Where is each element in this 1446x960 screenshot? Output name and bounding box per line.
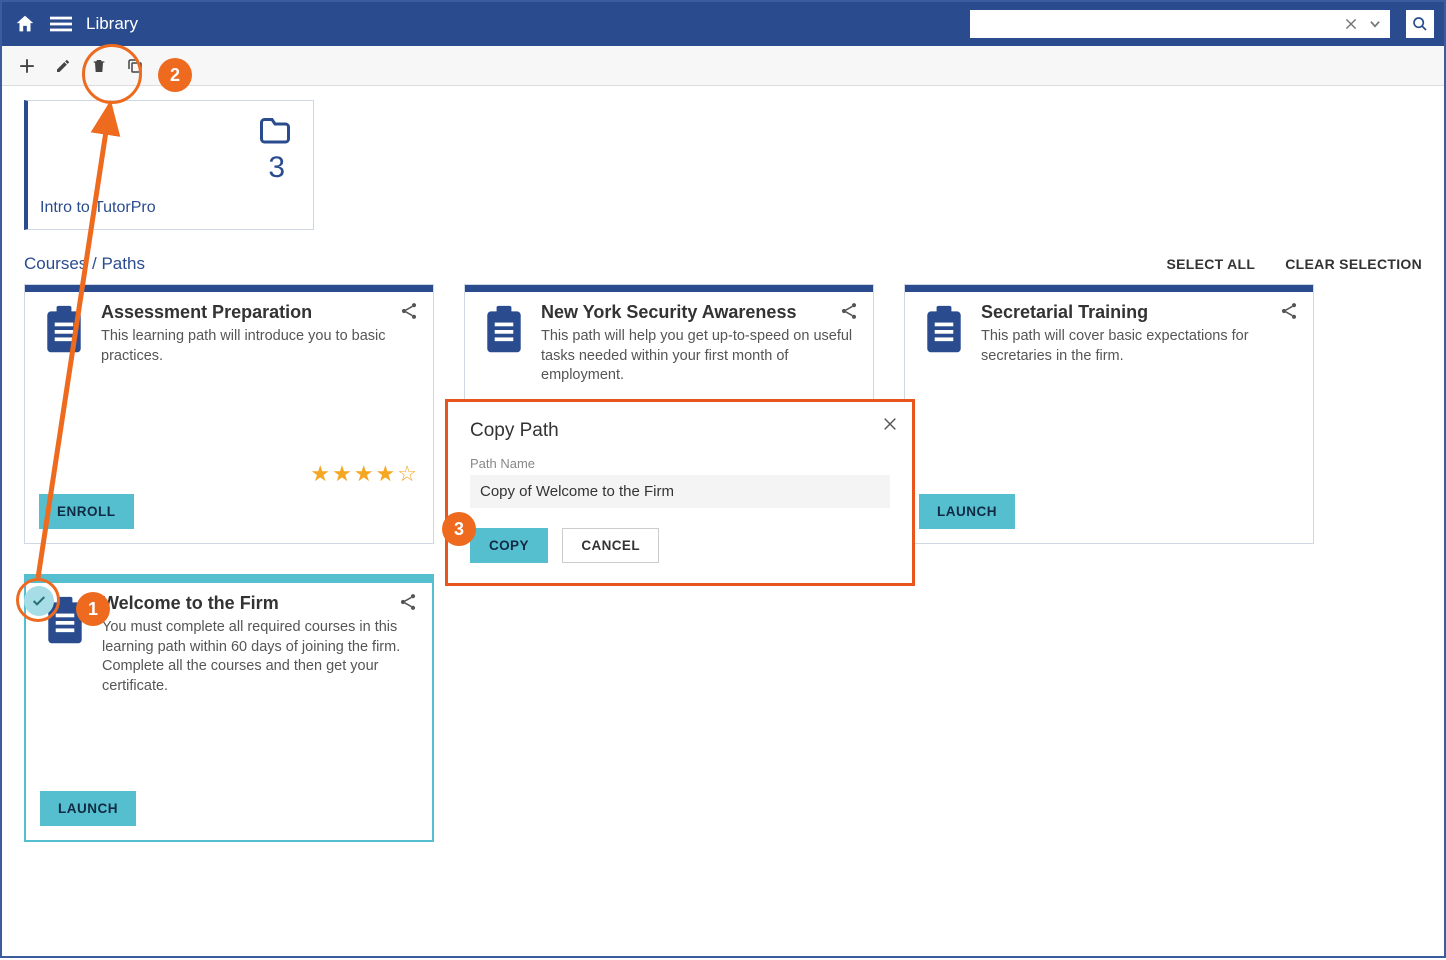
toolbar xyxy=(2,46,1444,86)
search-input[interactable] xyxy=(976,16,1342,32)
chevron-down-icon[interactable] xyxy=(1366,17,1384,31)
search-box xyxy=(970,10,1390,38)
enroll-button[interactable]: ENROLL xyxy=(39,494,134,529)
clipboard-icon xyxy=(39,302,89,358)
card-title: Assessment Preparation xyxy=(101,302,419,323)
card-title: Welcome to the Firm xyxy=(102,593,418,614)
card-desc: This path will help you get up-to-speed … xyxy=(541,327,859,386)
search-button[interactable] xyxy=(1406,10,1434,38)
card-title: Secretarial Training xyxy=(981,302,1299,323)
star-rating: ★★★★☆ xyxy=(310,461,419,487)
card-desc: You must complete all required courses i… xyxy=(102,618,418,696)
launch-button[interactable]: LAUNCH xyxy=(40,791,136,826)
home-icon[interactable] xyxy=(12,11,38,37)
annotation-circle-1 xyxy=(16,578,60,622)
clear-icon[interactable] xyxy=(1342,17,1360,31)
hamburger-menu-icon[interactable] xyxy=(48,11,74,37)
share-icon[interactable] xyxy=(398,592,418,612)
copy-button[interactable]: COPY xyxy=(470,528,548,563)
share-icon[interactable] xyxy=(839,301,859,321)
select-all-link[interactable]: SELECT ALL xyxy=(1166,256,1255,272)
card-desc: This path will cover basic expectations … xyxy=(981,327,1299,366)
folder-card[interactable]: 3 Intro to TutorPro xyxy=(24,100,314,230)
annotation-badge-3: 3 xyxy=(442,512,476,546)
edit-icon[interactable] xyxy=(52,55,74,77)
card-title: New York Security Awareness xyxy=(541,302,859,323)
share-icon[interactable] xyxy=(399,301,419,321)
page-title: Library xyxy=(86,14,138,34)
course-card[interactable]: Secretarial Training This path will cove… xyxy=(904,284,1314,544)
launch-button[interactable]: LAUNCH xyxy=(919,494,1015,529)
folder-title: Intro to TutorPro xyxy=(40,199,156,217)
top-bar: Library xyxy=(2,2,1444,46)
clipboard-icon xyxy=(919,302,969,358)
add-icon[interactable] xyxy=(16,55,38,77)
section-title: Courses / Paths xyxy=(24,254,145,274)
folder-icon xyxy=(257,115,293,145)
path-name-label: Path Name xyxy=(470,456,890,471)
annotation-badge-2: 2 xyxy=(158,58,192,92)
close-icon[interactable] xyxy=(882,416,898,432)
copy-path-dialog: Copy Path Path Name COPY CANCEL xyxy=(445,399,915,586)
course-card[interactable]: Assessment Preparation This learning pat… xyxy=(24,284,434,544)
share-icon[interactable] xyxy=(1279,301,1299,321)
annotation-circle-2 xyxy=(82,44,142,104)
section-header: Courses / Paths SELECT ALL CLEAR SELECTI… xyxy=(24,254,1422,274)
cancel-button[interactable]: CANCEL xyxy=(562,528,659,563)
clipboard-icon xyxy=(479,302,529,358)
path-name-input[interactable] xyxy=(470,475,890,508)
dialog-title: Copy Path xyxy=(470,420,890,442)
clear-selection-link[interactable]: CLEAR SELECTION xyxy=(1285,256,1422,272)
card-desc: This learning path will introduce you to… xyxy=(101,327,419,366)
folder-count: 3 xyxy=(268,151,285,185)
annotation-badge-1: 1 xyxy=(76,592,110,626)
